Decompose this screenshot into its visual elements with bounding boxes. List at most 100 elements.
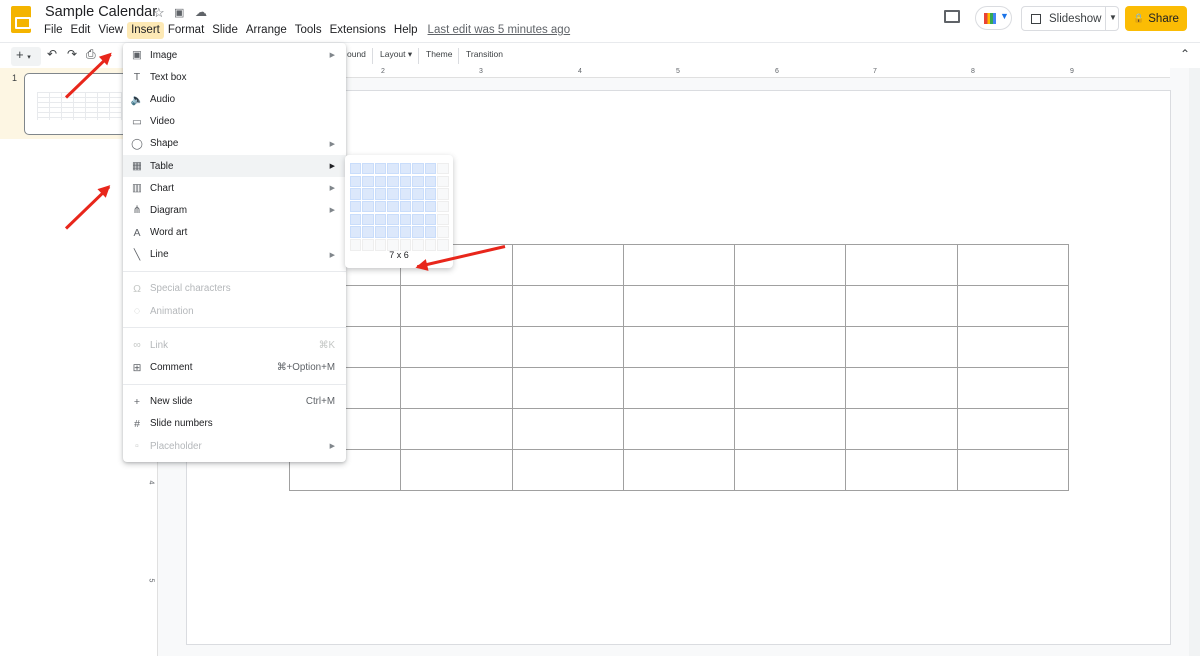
table-cell[interactable] [400, 326, 513, 368]
vertical-scrollbar[interactable] [1189, 68, 1200, 656]
slideshow-options-dropdown[interactable]: ▼ [1109, 13, 1117, 22]
table-grid-cell[interactable] [412, 213, 424, 226]
menu-item-slide-numbers[interactable]: # Slide numbers [123, 413, 346, 435]
table-cell[interactable] [622, 244, 736, 286]
table-grid-cell[interactable] [350, 163, 362, 175]
table-grid-cell[interactable] [437, 239, 449, 251]
move-folder-icon[interactable]: ▣ [174, 6, 184, 19]
table-cell[interactable] [511, 367, 624, 409]
table-cell[interactable] [622, 408, 736, 450]
table-cell[interactable] [956, 449, 1070, 491]
table-grid-cell[interactable] [412, 239, 424, 251]
table-grid-cell[interactable] [437, 213, 449, 226]
theme-button[interactable]: Theme [426, 49, 452, 59]
table-grid-cell[interactable] [387, 239, 399, 251]
menu-format[interactable]: Format [164, 22, 208, 39]
table-cell[interactable] [845, 408, 958, 450]
table-grid-cell[interactable] [399, 226, 412, 238]
menu-item-new-slide[interactable]: + New slide Ctrl+M [123, 391, 346, 413]
table-cell[interactable] [400, 367, 513, 409]
menu-help[interactable]: Help [390, 22, 422, 39]
table-grid-cell[interactable] [374, 213, 387, 226]
menu-item-diagram[interactable]: ⋔ Diagram ▶ [123, 199, 346, 221]
menu-file[interactable]: File [40, 22, 67, 39]
star-icon[interactable]: ☆ [153, 5, 165, 21]
table-grid-cell[interactable] [350, 188, 362, 200]
table-grid-cell[interactable] [374, 188, 387, 200]
table-grid-cell[interactable] [374, 226, 387, 238]
table-cell[interactable] [400, 449, 513, 491]
table-grid-cell[interactable] [412, 175, 424, 188]
table-cell[interactable] [622, 326, 736, 368]
table-grid-cell[interactable] [387, 163, 399, 175]
menu-view[interactable]: View [94, 22, 127, 39]
table-cell[interactable] [956, 367, 1070, 409]
table-grid-cell[interactable] [424, 239, 437, 251]
table-grid-cell[interactable] [387, 213, 399, 226]
table-grid-cell[interactable] [424, 175, 437, 188]
table-grid-cell[interactable] [399, 201, 412, 213]
slideshow-button[interactable]: Slideshow ▼ [1021, 6, 1119, 31]
menu-slide[interactable]: Slide [208, 22, 242, 39]
table-grid-cell[interactable] [362, 201, 374, 213]
table-grid-cell[interactable] [362, 163, 374, 175]
undo-icon[interactable]: ↶ [47, 47, 57, 61]
background-button[interactable]: ound [347, 49, 366, 59]
collapse-toolbar-icon[interactable]: ⌃ [1180, 47, 1190, 61]
menu-item-word-art[interactable]: A Word art [123, 222, 346, 244]
table-grid-cell[interactable] [374, 201, 387, 213]
table-grid-cell[interactable] [362, 213, 374, 226]
table-grid-cell[interactable] [412, 163, 424, 175]
menu-item-text-box[interactable]: T Text box [123, 66, 346, 88]
comment-history-icon[interactable] [944, 10, 960, 23]
meet-button[interactable]: ▼ [975, 6, 1012, 30]
menu-arrange[interactable]: Arrange [242, 22, 291, 39]
table-grid-cell[interactable] [387, 188, 399, 200]
table-cell[interactable] [845, 244, 958, 286]
table-grid-cell[interactable] [362, 175, 374, 188]
document-title[interactable]: Sample Calendar [45, 4, 157, 20]
table-cell[interactable] [845, 449, 958, 491]
table-grid-cell[interactable] [412, 201, 424, 213]
menu-edit[interactable]: Edit [67, 22, 95, 39]
transition-button[interactable]: Transition [466, 49, 503, 59]
table-cell[interactable] [956, 285, 1070, 327]
menu-item-video[interactable]: ▭ Video [123, 111, 346, 133]
redo-icon[interactable]: ↷ [67, 47, 77, 61]
table-grid-cell[interactable] [437, 175, 449, 188]
table-grid-cell[interactable] [399, 175, 412, 188]
table-cell[interactable] [956, 244, 1070, 286]
new-slide-button[interactable]: + ▾ [11, 47, 41, 66]
table-cell[interactable] [956, 326, 1070, 368]
table-cell[interactable] [400, 285, 513, 327]
table-grid-cell[interactable] [399, 163, 412, 175]
cloud-status-icon[interactable]: ☁ [195, 5, 207, 19]
table-grid-cell[interactable] [362, 239, 374, 251]
menu-item-table[interactable]: ▦ Table ▶ [123, 154, 346, 178]
table-cell[interactable] [511, 449, 624, 491]
share-button[interactable]: 🔒 Share [1125, 6, 1187, 31]
table-cell[interactable] [845, 326, 958, 368]
table-cell[interactable] [622, 285, 736, 327]
table-cell[interactable] [734, 408, 847, 450]
menu-item-comment[interactable]: ⊞ Comment ⌘+Option+M [123, 356, 346, 378]
table-grid-cell[interactable] [399, 188, 412, 200]
table-cell[interactable] [734, 367, 847, 409]
table-cell[interactable] [511, 244, 624, 286]
table-grid-cell[interactable] [424, 188, 437, 200]
table-grid-cell[interactable] [424, 213, 437, 226]
table-grid[interactable] [350, 163, 449, 251]
slides-logo-icon[interactable] [11, 6, 31, 33]
calendar-table[interactable] [288, 244, 1070, 491]
table-grid-cell[interactable] [424, 163, 437, 175]
table-grid-cell[interactable] [412, 226, 424, 238]
table-grid-cell[interactable] [387, 226, 399, 238]
table-grid-cell[interactable] [437, 201, 449, 213]
table-grid-cell[interactable] [437, 163, 449, 175]
menu-insert[interactable]: Insert [127, 22, 164, 39]
table-grid-cell[interactable] [424, 201, 437, 213]
table-cell[interactable] [511, 285, 624, 327]
layout-button[interactable]: Layout ▾ [380, 49, 412, 60]
table-cell[interactable] [845, 367, 958, 409]
print-icon[interactable]: ⎙ [86, 47, 96, 62]
